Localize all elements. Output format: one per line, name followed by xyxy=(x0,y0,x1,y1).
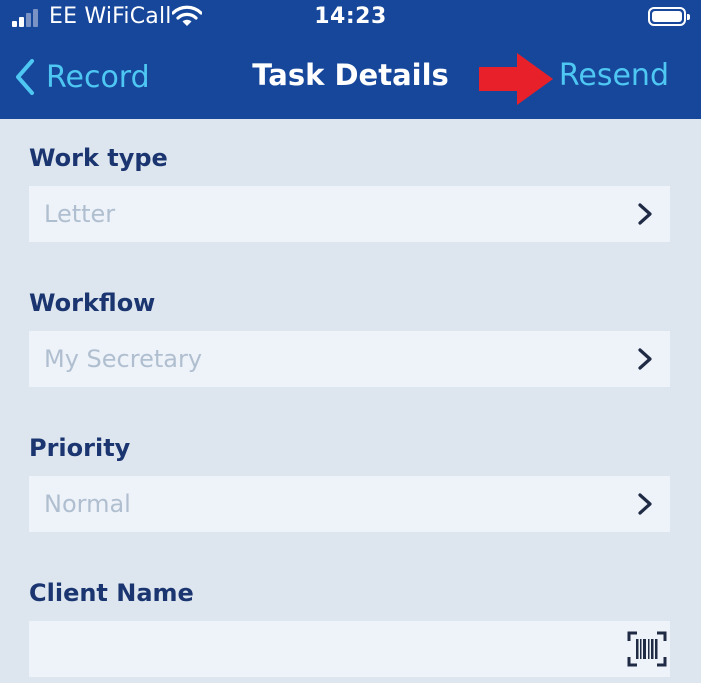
chevron-right-icon xyxy=(638,493,652,515)
work-type-field[interactable]: Letter xyxy=(29,186,670,242)
workflow-field[interactable]: My Secretary xyxy=(29,331,670,387)
barcode-scan-icon[interactable] xyxy=(627,631,667,667)
navigation-bar: Record Task Details Resend xyxy=(0,42,701,112)
chevron-right-icon xyxy=(638,203,652,225)
client-name-label: Client Name xyxy=(29,579,194,607)
priority-label: Priority xyxy=(29,434,131,462)
status-time: 14:23 xyxy=(314,4,387,29)
red-arrow-icon xyxy=(479,53,553,105)
workflow-value: My Secretary xyxy=(44,345,203,373)
client-name-field[interactable] xyxy=(29,621,670,677)
priority-value: Normal xyxy=(44,490,131,518)
priority-field[interactable]: Normal xyxy=(29,476,670,532)
chevron-right-icon xyxy=(638,348,652,370)
work-type-label: Work type xyxy=(29,144,168,172)
battery-icon xyxy=(648,7,690,26)
status-bar: EE WiFiCall 14:23 xyxy=(0,0,701,36)
resend-button[interactable]: Resend xyxy=(559,58,669,93)
top-bar: EE WiFiCall 14:23 Record Task Details Re… xyxy=(0,0,701,119)
work-type-value: Letter xyxy=(44,200,116,228)
workflow-label: Workflow xyxy=(29,289,156,317)
